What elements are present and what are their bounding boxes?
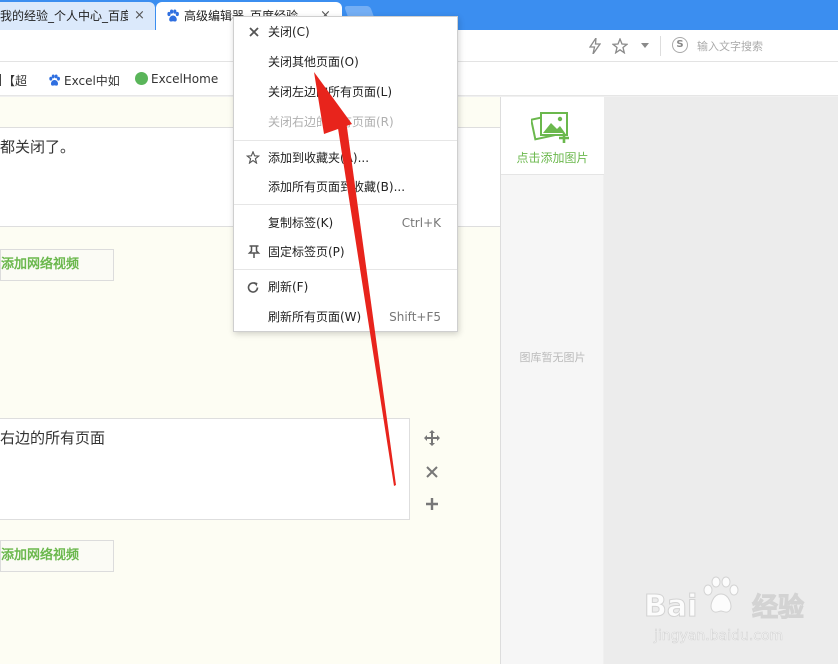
menu-item-shortcut: Shift+F5: [389, 310, 441, 324]
menu-divider: [234, 204, 457, 205]
bookmark-item[interactable]: 【超: [0, 72, 27, 89]
search-input[interactable]: [697, 37, 827, 55]
menu-item-refresh-all[interactable]: 刷新所有页面(W) Shift+F5: [234, 303, 457, 331]
menu-item-label: 添加到收藏夹(A)...: [268, 151, 370, 165]
menu-item-close-others[interactable]: 关闭其他页面(O): [234, 48, 457, 76]
watermark-url: jingyan.baidu.com: [653, 628, 783, 644]
menu-item-label: 关闭其他页面(O): [268, 55, 359, 69]
tab-my-experience[interactable]: 我的经验_个人中心_百度 ×: [0, 2, 155, 30]
menu-item-label: 刷新所有页面(W): [268, 310, 362, 324]
add-video-button[interactable]: 添加网络视频: [0, 540, 114, 572]
tab-title: 我的经验_个人中心_百度: [0, 9, 128, 23]
paw-icon: [703, 576, 739, 613]
menu-divider: [234, 140, 457, 141]
baidu-paw-icon: [49, 74, 60, 86]
menu-item-add-all-favorites[interactable]: 添加所有页面到收藏(B)...: [234, 173, 457, 201]
excelhome-icon: [135, 72, 148, 85]
search-engine-icon[interactable]: S: [672, 37, 688, 53]
add-video-button[interactable]: 添加网络视频: [0, 249, 114, 281]
menu-divider: [234, 269, 457, 270]
watermark-brand: Bai: [644, 589, 697, 624]
text-block-content: 右边的所有页面: [0, 429, 106, 447]
text-block-content: 都关闭了。: [0, 138, 76, 156]
menu-item-label: 固定标签页(P): [268, 245, 345, 259]
menu-item-duplicate-tab[interactable]: 复制标签(K) Ctrl+K: [234, 209, 457, 237]
star-icon: [246, 151, 260, 164]
bookmark-label: Excel中如: [64, 74, 120, 88]
baidu-jingyan-watermark: Bai 经验 jingyan.baidu.com: [644, 576, 805, 644]
menu-item-label: 关闭右边的所有页面(R): [268, 115, 394, 129]
add-icon[interactable]: [425, 497, 439, 511]
bookmark-label: 【超: [3, 74, 28, 88]
lightning-icon[interactable]: [589, 38, 601, 54]
tab-close-icon[interactable]: ×: [134, 2, 145, 30]
menu-item-close-right: 关闭右边的所有页面(R): [234, 108, 457, 136]
text-block-2[interactable]: 右边的所有页面: [0, 418, 410, 520]
menu-item-label: 关闭(C): [268, 25, 310, 39]
star-icon[interactable]: [612, 38, 628, 54]
bookmark-label: ExcelHome: [151, 72, 219, 86]
menu-item-refresh[interactable]: 刷新(F): [234, 273, 457, 301]
menu-item-close[interactable]: 关闭(C): [234, 18, 457, 46]
add-image-button[interactable]: 点击添加图片: [501, 97, 604, 175]
tab-context-menu: 关闭(C) 关闭其他页面(O) 关闭左边的所有页面(L) 关闭右边的所有页面(R…: [233, 16, 458, 332]
bookmark-item-excel[interactable]: Excel中如: [48, 72, 120, 89]
menu-item-pin-tab[interactable]: 固定标签页(P): [234, 238, 457, 266]
refresh-icon: [247, 282, 259, 293]
menu-item-label: 刷新(F): [268, 280, 309, 294]
menu-item-label: 关闭左边的所有页面(L): [268, 85, 393, 99]
menu-item-label: 复制标签(K): [268, 216, 334, 230]
add-image-label: 点击添加图片: [516, 151, 589, 165]
pin-icon: [247, 245, 261, 258]
image-gallery-panel: 点击添加图片 图库暂无图片: [500, 97, 604, 664]
menu-item-shortcut: Ctrl+K: [401, 216, 441, 230]
menu-item-add-favorite[interactable]: 添加到收藏夹(A)...: [234, 144, 457, 172]
menu-item-close-left[interactable]: 关闭左边的所有页面(L): [234, 78, 457, 106]
menu-item-label: 添加所有页面到收藏(B)...: [268, 180, 406, 194]
close-icon: [249, 27, 259, 37]
move-icon[interactable]: [424, 430, 440, 446]
toolbar-separator: [660, 36, 661, 56]
baidu-paw-icon: [167, 9, 179, 22]
chevron-down-icon[interactable]: [641, 43, 649, 49]
watermark-brand-cn: 经验: [752, 592, 804, 623]
empty-gallery-text: 图库暂无图片: [519, 351, 586, 364]
bookmark-item-excelhome[interactable]: ExcelHome: [135, 72, 218, 86]
add-image-icon: [531, 112, 569, 143]
bookmark-separator: [0, 74, 1, 86]
delete-icon[interactable]: [426, 466, 438, 478]
